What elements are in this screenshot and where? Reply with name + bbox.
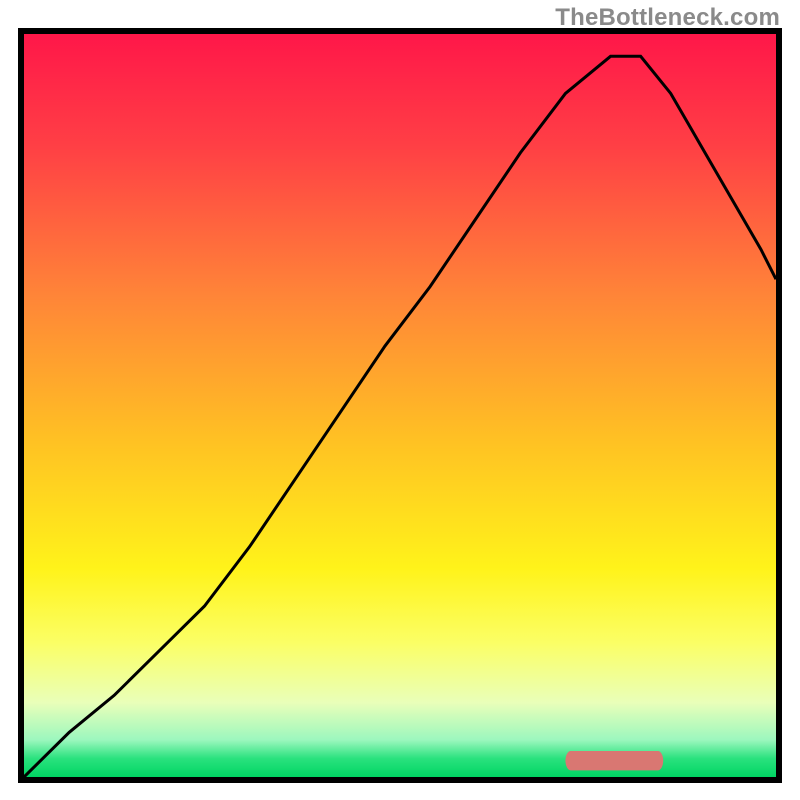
plot-svg xyxy=(24,34,776,777)
chart-container: TheBottleneck.com xyxy=(0,0,800,800)
optimal-range-marker xyxy=(565,751,663,770)
gradient-background xyxy=(24,34,776,777)
plot-frame xyxy=(18,28,782,783)
